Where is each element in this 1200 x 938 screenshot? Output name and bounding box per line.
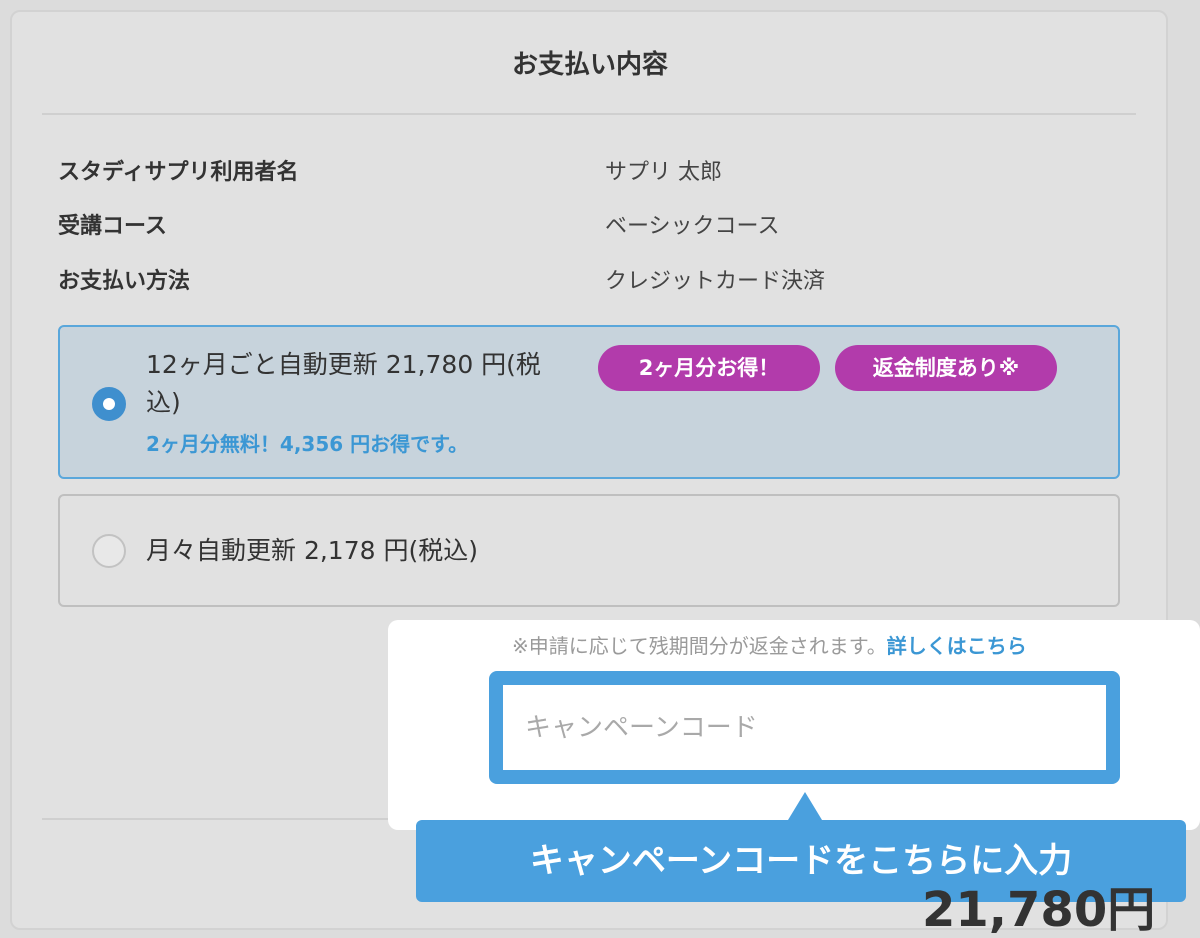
plan-yearly-label-line1: 12ヶ月ごと自動更新 21,780 円(税 [146,350,541,379]
plan-yearly-label-line2: 込) [146,388,181,417]
radio-unselected-icon[interactable] [92,534,126,568]
payment-method-value: クレジットカード決済 [605,269,826,294]
campaign-code-input[interactable] [503,685,1106,770]
badge-two-months-free: 2ヶ月分お得！ [598,345,820,391]
plan-yearly-savings-note: 2ヶ月分無料！4,356 円お得です。 [146,432,469,456]
radio-selected-icon[interactable] [92,387,126,421]
refund-note: ※申請に応じて残期間分が返金されます。詳しくはこちら [512,630,1027,659]
refund-details-link[interactable]: 詳しくはこちら [887,634,1027,658]
plan-option-monthly[interactable]: 月々自動更新 2,178 円(税込) [58,494,1120,607]
title-divider [42,113,1136,115]
payment-method-label: お支払い方法 [58,269,191,294]
section-divider [42,818,416,820]
page-title: お支払い内容 [511,50,668,80]
campaign-code-field-frame [489,671,1120,784]
refund-note-text: ※申請に応じて残期間分が返金されます。 [512,634,887,658]
course-value: ベーシックコース [605,214,780,239]
user-name-value: サプリ 太郎 [605,160,722,185]
tooltip-arrow-icon [788,792,822,820]
user-name-label: スタディサプリ利用者名 [58,160,299,185]
course-label: 受講コース [58,214,167,239]
total-amount: 21,780円 [922,882,1156,938]
badge-refund-available: 返金制度あり※ [835,345,1057,391]
plan-option-yearly[interactable]: 12ヶ月ごと自動更新 21,780 円(税 込) 2ヶ月分無料！4,356 円お… [58,325,1120,479]
plan-monthly-label: 月々自動更新 2,178 円(税込) [146,536,478,565]
